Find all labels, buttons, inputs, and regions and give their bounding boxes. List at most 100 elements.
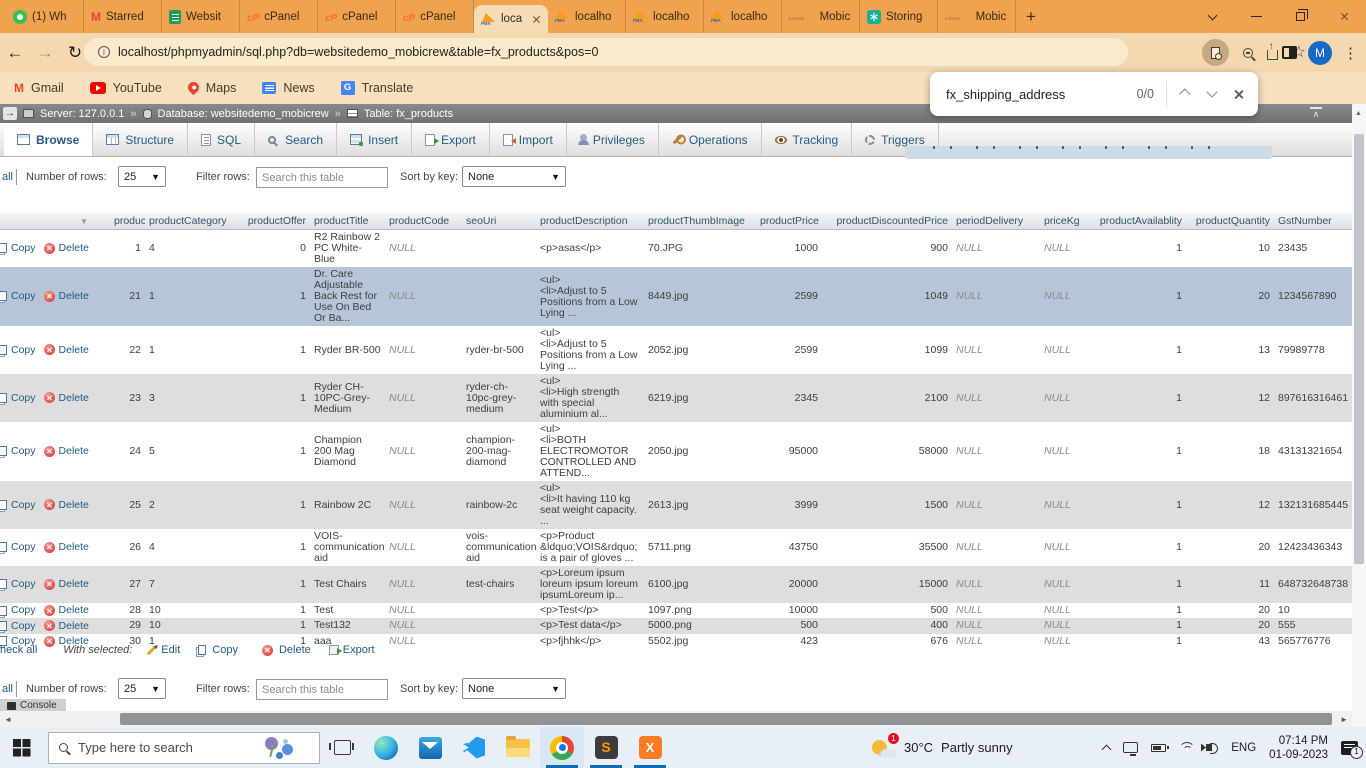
column-header-productThumbImage[interactable]: productThumbImage [644, 213, 756, 230]
with-selected-delete[interactable]: Delete [256, 644, 311, 656]
column-header-productPrice[interactable]: productPrice [756, 213, 822, 230]
breadcrumb-server[interactable]: Server: 127.0.0.1 [40, 108, 124, 120]
language-indicator[interactable]: ENG [1231, 742, 1256, 754]
delete-link[interactable]: Delete [59, 499, 89, 511]
pma-tab-search[interactable]: Search [255, 123, 337, 156]
site-info-icon[interactable] [98, 46, 110, 58]
show-all-fragment[interactable]: all [2, 683, 13, 695]
column-header-priceKg[interactable]: priceKg [1040, 213, 1088, 230]
browser-tab[interactable]: Starred [84, 0, 162, 33]
copy-link[interactable]: Copy [11, 604, 36, 616]
taskbar-app-sublime[interactable]: S [584, 727, 628, 768]
pma-tab-import[interactable]: Import [490, 123, 567, 156]
back-button[interactable]: ← [0, 43, 30, 63]
copy-link[interactable]: Copy [11, 499, 36, 511]
cast-icon[interactable] [1123, 742, 1138, 753]
browser-tab[interactable]: Mobic [938, 0, 1016, 33]
browser-tab[interactable]: cPanel [318, 0, 396, 33]
browser-tab[interactable]: cPanel [396, 0, 474, 33]
pma-tab-insert[interactable]: Insert [337, 123, 412, 156]
delete-link[interactable]: Delete [59, 392, 89, 404]
column-header-productTitle[interactable]: productTitle [310, 213, 385, 230]
copy-link[interactable]: Copy [11, 620, 36, 632]
bookmark-gmail[interactable]: Gmail [14, 79, 64, 97]
address-bar[interactable]: localhost/phpmyadmin/sql.php?db=websited… [84, 38, 1128, 66]
taskbar-app-vscode[interactable] [452, 727, 496, 768]
pma-tab-tracking[interactable]: Tracking [762, 123, 853, 156]
column-header-productAvailablity[interactable]: productAvailablity [1088, 213, 1186, 230]
column-header-seoUri[interactable]: seoUri [462, 213, 536, 230]
horizontal-scrollbar[interactable]: ◄ ► [0, 711, 1352, 727]
pma-tab-sql[interactable]: SQL [188, 123, 255, 156]
filter-input[interactable] [256, 679, 388, 700]
taskbar-app-taskview[interactable] [320, 727, 364, 768]
delete-link[interactable]: Delete [59, 604, 89, 616]
find-close-icon[interactable] [1233, 89, 1244, 100]
notification-center-icon[interactable] [1341, 741, 1358, 755]
delete-link[interactable]: Delete [59, 445, 89, 457]
horizontal-scroll-thumb[interactable] [120, 713, 1332, 725]
find-next-icon[interactable] [1206, 86, 1217, 97]
bookmark-translate[interactable]: Translate [341, 81, 414, 95]
bookmark-youtube[interactable]: YouTube [90, 81, 162, 95]
scroll-left-icon[interactable]: ◄ [4, 715, 12, 724]
browser-tab[interactable]: cPanel [240, 0, 318, 33]
nav-panel-toggle[interactable]: → [3, 107, 17, 120]
find-in-page-button[interactable] [1202, 39, 1229, 66]
taskbar-app-mail[interactable] [408, 727, 452, 768]
delete-link[interactable]: Delete [59, 344, 89, 356]
browser-tab[interactable]: (1) Wh [6, 0, 84, 33]
browser-tab[interactable]: localho [548, 0, 626, 33]
browser-tab[interactable]: Websit [162, 0, 240, 33]
bookmark-maps[interactable]: Maps [188, 81, 237, 95]
browser-tab[interactable]: Storing [860, 0, 938, 33]
pma-tab-export[interactable]: Export [412, 123, 490, 156]
rows-select[interactable]: 25▼ [118, 166, 166, 187]
column-header-productDiscountedPrice[interactable]: productDiscountedPrice [822, 213, 952, 230]
tab-close-icon[interactable] [532, 15, 541, 24]
filter-input[interactable] [256, 167, 388, 188]
close-icon[interactable] [1322, 0, 1366, 33]
breadcrumb-table[interactable]: Table: fx_products [364, 108, 453, 120]
show-all-fragment[interactable]: all [2, 171, 13, 183]
scroll-top-icon[interactable]: ∧ [1310, 107, 1322, 119]
pma-tab-operations[interactable]: Operations [659, 123, 762, 156]
weather-widget[interactable]: 1 30°C Partly sunny [872, 737, 1013, 759]
breadcrumb-database[interactable]: Database: websitedemo_mobicrew [158, 108, 329, 120]
rows-select[interactable]: 25▼ [118, 678, 166, 699]
delete-link[interactable]: Delete [59, 541, 89, 553]
copy-link[interactable]: Copy [11, 290, 36, 302]
taskbar-app-xampp[interactable]: X [628, 727, 672, 768]
copy-link[interactable]: Copy [11, 242, 36, 254]
start-button[interactable] [13, 739, 30, 756]
column-header-productQuantity[interactable]: productQuantity [1186, 213, 1274, 230]
with-selected-copy[interactable]: Copy [198, 644, 238, 656]
bookmark-news[interactable]: News [262, 81, 314, 95]
taskbar-app-explorer[interactable] [496, 727, 540, 768]
url-text[interactable]: localhost/phpmyadmin/sql.php?db=websited… [118, 45, 599, 59]
pma-tab-structure[interactable]: Structure [93, 123, 188, 156]
share-icon[interactable] [1267, 50, 1278, 60]
options-dropdown-icon[interactable]: ▼ [80, 216, 88, 227]
sort-select[interactable]: None▼ [462, 678, 566, 699]
column-header-periodDelivery[interactable]: periodDelivery [952, 213, 1040, 230]
window-menu-icon[interactable] [1190, 0, 1234, 33]
copy-link[interactable]: Copy [11, 445, 36, 457]
column-header-productCategory[interactable]: productCategory [145, 213, 242, 230]
tray-expand-icon[interactable] [1102, 744, 1112, 754]
column-header-productID[interactable]: productID [110, 213, 145, 230]
column-header-productDescription[interactable]: productDescription [536, 213, 644, 230]
browser-tab[interactable]: localho [704, 0, 782, 33]
profile-avatar[interactable]: M [1308, 41, 1332, 65]
column-header-productCode[interactable]: productCode [385, 213, 462, 230]
copy-link[interactable]: Copy [11, 392, 36, 404]
find-previous-icon[interactable] [1179, 88, 1190, 99]
taskbar-app-edge[interactable] [364, 727, 408, 768]
find-input[interactable] [946, 87, 1137, 102]
scroll-right-icon[interactable]: ► [1340, 715, 1348, 724]
column-header-productOffer[interactable]: productOffer [242, 213, 310, 230]
wifi-icon[interactable] [1179, 742, 1193, 753]
battery-icon[interactable] [1151, 744, 1166, 752]
with-selected-edit[interactable]: Edit [146, 644, 180, 656]
vertical-scroll-thumb[interactable] [1354, 134, 1364, 564]
